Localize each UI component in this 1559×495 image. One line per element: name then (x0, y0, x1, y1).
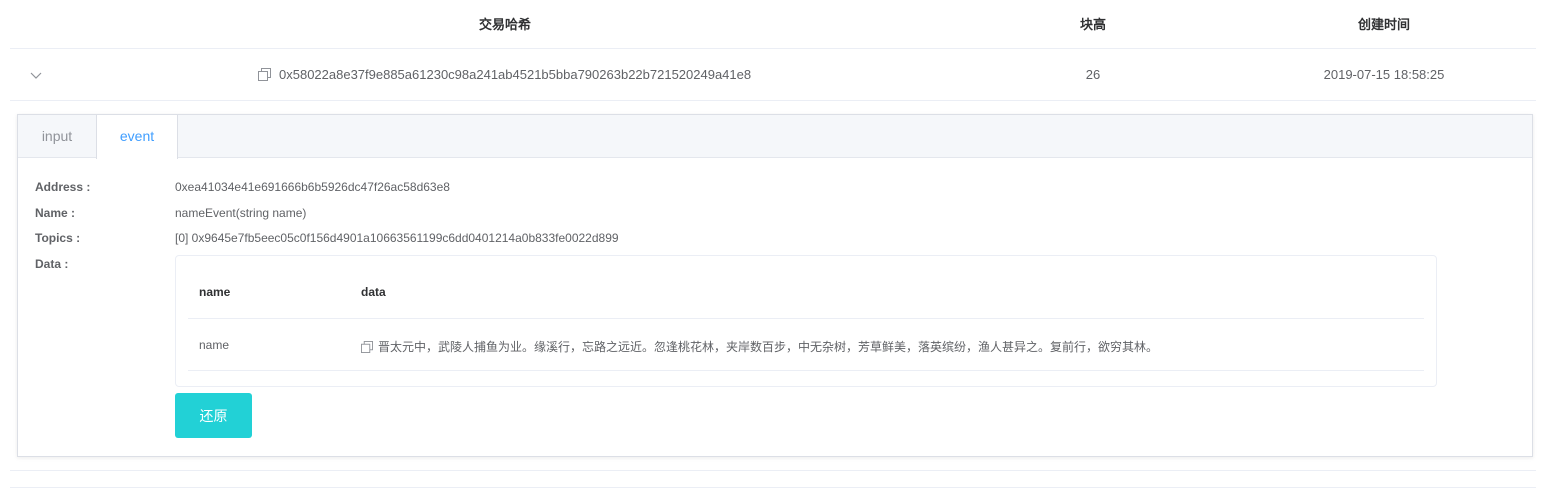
tab-input[interactable]: input (18, 115, 96, 159)
name-value: nameEvent(string name) (175, 206, 307, 220)
chevron-down-icon[interactable] (28, 67, 44, 83)
topics-label: Topics : (35, 231, 81, 245)
event-data-table: name data name 晋太元中，武陵人捕鱼为业。缘溪行，忘路之远近。忽逢… (175, 255, 1437, 387)
param-name: name (199, 338, 230, 352)
topics-value: [0] 0x9645e7fb5eec05c0f156d4901a10663561… (175, 231, 619, 245)
table-row: name 晋太元中，武陵人捕鱼为业。缘溪行，忘路之远近。忽逢桃花林，夹岸数百步，… (188, 319, 1424, 371)
param-data-cell: 晋太元中，武陵人捕鱼为业。缘溪行，忘路之远近。忽逢桃花林，夹岸数百步，中无杂树，… (361, 338, 1158, 355)
copy-icon[interactable] (258, 68, 271, 81)
column-header-height: 块高 (1079, 17, 1106, 32)
copy-icon[interactable] (361, 340, 373, 353)
restore-button[interactable]: 还原 (175, 393, 252, 438)
column-header-data: data (361, 285, 386, 299)
name-label: Name : (35, 206, 76, 220)
divider (10, 487, 1536, 488)
detail-panel: input event Address : 0xea41034e41e69166… (17, 114, 1533, 457)
created-time: 2019-07-15 18:58:25 (1323, 67, 1445, 82)
address-label: Address : (35, 180, 91, 194)
tab-bar: input event (18, 115, 1532, 159)
data-label: Data : (35, 257, 69, 271)
event-data-header: name data (188, 256, 1424, 319)
column-header-name: name (199, 285, 231, 299)
column-header-time: 创建时间 (1357, 17, 1410, 32)
table-header: 交易哈希 块高 创建时间 (10, 0, 1536, 49)
column-header-hash: 交易哈希 (478, 17, 531, 32)
tab-event[interactable]: event (96, 115, 178, 159)
divider (10, 470, 1536, 471)
tx-hash-cell: 0x58022a8e37f9e885a61230c98a241ab4521b5b… (258, 67, 751, 82)
address-value: 0xea41034e41e691666b6b5926dc47f26ac58d63… (175, 180, 450, 194)
block-height: 26 (1085, 67, 1101, 82)
param-data: 晋太元中，武陵人捕鱼为业。缘溪行，忘路之远近。忽逢桃花林，夹岸数百步，中无杂树，… (378, 340, 1159, 354)
tx-hash: 0x58022a8e37f9e885a61230c98a241ab4521b5b… (279, 67, 752, 82)
table-row: 0x58022a8e37f9e885a61230c98a241ab4521b5b… (10, 49, 1536, 101)
